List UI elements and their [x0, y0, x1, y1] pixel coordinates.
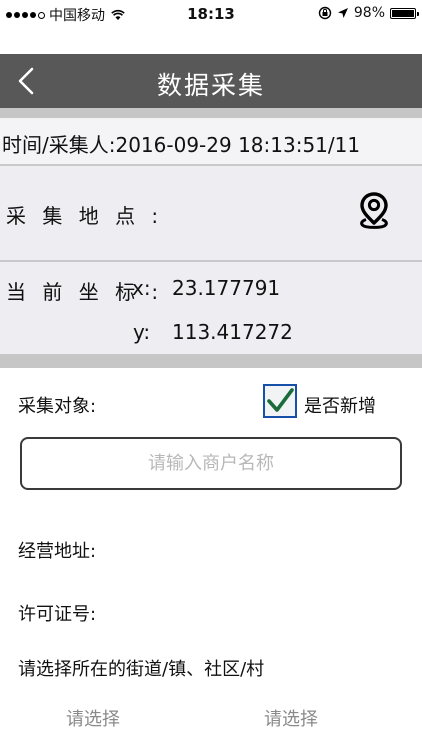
business-address-label: 经营地址: — [18, 541, 97, 562]
time-collector-text: 时间/采集人:2016-09-29 18:13:51/11 — [2, 133, 361, 157]
time-collector-row: 时间/采集人:2016-09-29 18:13:51/11 — [0, 118, 422, 166]
status-right: 98% — [318, 5, 419, 21]
y-value: 113.417272 — [172, 320, 293, 344]
coordinate-row: 当 前 坐 标 : x: 23.177791 y: 113.417272 — [0, 262, 422, 354]
x-value: 23.177791 — [172, 276, 281, 300]
region-label: 请选择所在的街道/镇、社区/村 — [18, 659, 265, 680]
collection-target-label: 采集对象: — [18, 396, 97, 417]
rotation-lock-icon — [318, 6, 332, 20]
new-merchant-label: 是否新增 — [304, 396, 376, 417]
page-title: 数据采集 — [156, 71, 265, 100]
location-label: 采 集 地 点 : — [6, 204, 164, 228]
merchant-name-input[interactable]: 请输入商户名称 — [20, 437, 402, 490]
battery-icon — [390, 7, 419, 19]
community-village-select[interactable]: 请选择 — [264, 705, 318, 731]
map-pin-icon[interactable] — [357, 191, 391, 231]
y-label: y: — [133, 320, 151, 344]
battery-percent: 98% — [353, 5, 385, 21]
section-divider — [0, 354, 422, 368]
nav-divider — [0, 108, 422, 118]
battery-fill — [392, 9, 414, 17]
status-bar: 中国移动 18:13 98% — [0, 0, 422, 28]
new-merchant-checkbox[interactable] — [263, 384, 297, 418]
checkmark-icon — [267, 388, 294, 412]
street-town-select[interactable]: 请选择 — [66, 705, 120, 731]
x-label: x: — [132, 276, 151, 300]
location-arrow-icon — [337, 8, 348, 18]
nav-bar: 数据采集 — [0, 54, 422, 108]
license-number-label: 许可证号: — [18, 604, 97, 625]
